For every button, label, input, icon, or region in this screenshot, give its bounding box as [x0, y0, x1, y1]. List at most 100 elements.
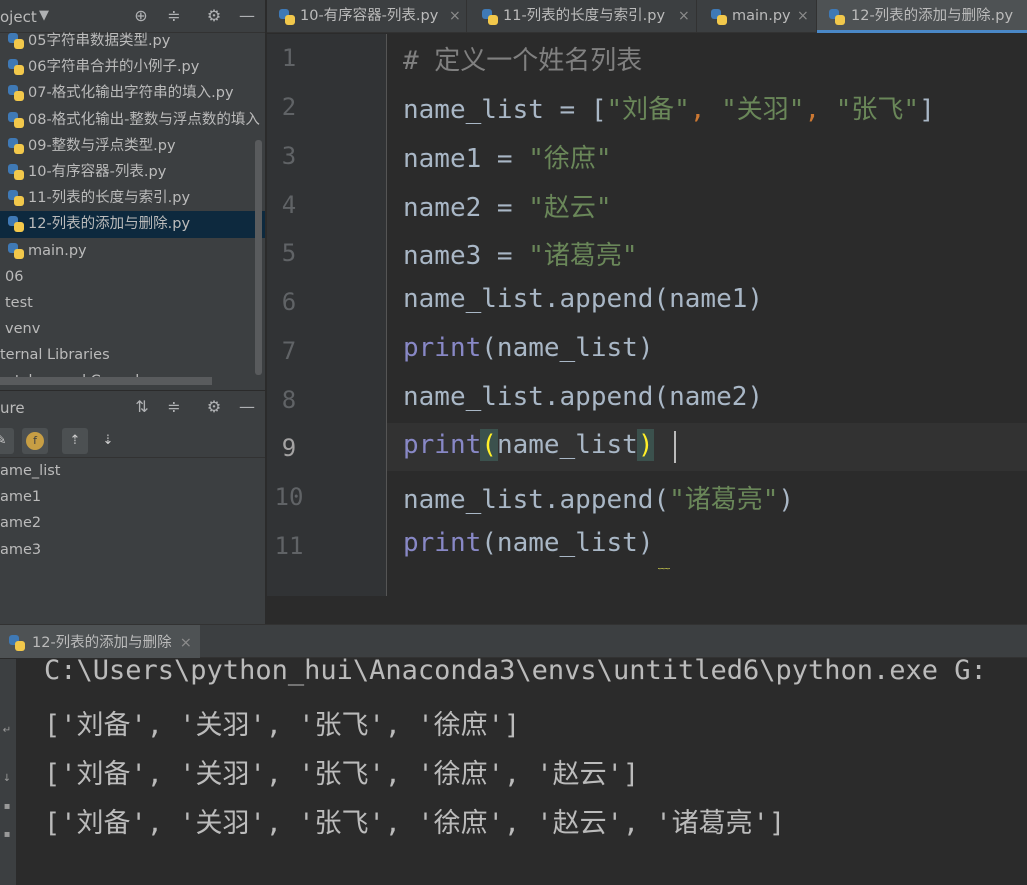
- minus-icon[interactable]: —: [237, 397, 257, 417]
- python-file-icon: [829, 9, 845, 25]
- soft-wrap-icon[interactable]: ↵: [1, 725, 13, 737]
- tree-item-folder[interactable]: 06: [0, 264, 265, 290]
- structure-item[interactable]: ame2: [0, 515, 41, 531]
- python-file-icon: [8, 33, 24, 49]
- tree-item-file[interactable]: 10-有序容器-列表.py: [0, 159, 265, 185]
- project-panel-title[interactable]: oject: [0, 8, 37, 26]
- tree-vertical-scrollbar[interactable]: [255, 140, 262, 375]
- show-methods-icon[interactable]: ✎: [0, 428, 14, 454]
- tree-horizontal-scrollbar[interactable]: [0, 377, 212, 385]
- tree-item-folder[interactable]: venv: [0, 316, 265, 342]
- python-file-icon: [8, 137, 24, 154]
- tree-item-file[interactable]: main.py: [0, 238, 265, 264]
- tree-item-label: test: [5, 294, 33, 311]
- close-icon[interactable]: ×: [678, 0, 690, 33]
- code-line[interactable]: name_list = ["刘备", "关羽", "张飞"]: [403, 89, 935, 126]
- tree-item-label: 10-有序容器-列表.py: [28, 163, 167, 180]
- tree-item-file[interactable]: 07-格式化输出字符串的填入.py: [0, 80, 265, 106]
- tree-item-file[interactable]: 05字符串数据类型.py: [0, 28, 265, 54]
- editor-tab-bar: 10-有序容器-列表.py × 11-列表的长度与索引.py × main.py…: [267, 0, 1027, 33]
- code-line[interactable]: name_list.append("诸葛亮"): [403, 479, 794, 516]
- code-line[interactable]: name3 = "诸葛亮": [403, 235, 638, 272]
- tree-item-label: venv: [5, 321, 41, 338]
- close-icon[interactable]: ×: [180, 635, 192, 651]
- chevron-down-icon[interactable]: ▼: [34, 6, 54, 26]
- line-number: 6: [281, 288, 297, 316]
- tab-11-list-length-index[interactable]: 11-列表的长度与索引.py ×: [467, 0, 695, 33]
- line-number: 1: [281, 44, 297, 72]
- code-line[interactable]: name_list.append(name2): [403, 382, 763, 412]
- python-file-icon: [8, 59, 24, 76]
- line-number: 2: [281, 93, 297, 121]
- close-icon[interactable]: ×: [797, 0, 809, 33]
- minus-icon[interactable]: —: [237, 6, 257, 26]
- run-tab[interactable]: 12-列表的添加与删除 ×: [0, 625, 200, 658]
- scroll-from-source-icon[interactable]: ⇡: [62, 428, 88, 454]
- run-tab-label: 12-列表的添加与删除: [32, 635, 172, 651]
- run-panel: 12-列表的添加与删除 × ↵ ↓ ▪ ▪ C:\Users\python_hui…: [0, 624, 1027, 885]
- project-tree: 05字符串数据类型.py 06字符串合并的小例子.py 07-格式化输出字符串的…: [0, 28, 265, 390]
- python-file-icon: [9, 635, 25, 651]
- tab-label: 12-列表的添加与删除.py: [851, 8, 1014, 24]
- tree-item-file[interactable]: 09-整数与浮点类型.py: [0, 133, 265, 159]
- tree-item-label: 05字符串数据类型.py: [28, 33, 171, 49]
- python-file-icon: [8, 190, 24, 207]
- tab-label: 10-有序容器-列表.py: [300, 8, 439, 24]
- tab-main-py[interactable]: main.py ×: [697, 0, 815, 33]
- tree-item-label: 12-列表的添加与删除.py: [28, 216, 191, 233]
- python-file-icon: [8, 163, 24, 180]
- tab-label: 11-列表的长度与索引.py: [503, 8, 666, 24]
- tree-item-label: 11-列表的长度与索引.py: [28, 190, 191, 207]
- code-line[interactable]: name2 = "赵云": [403, 187, 612, 224]
- sort-icon[interactable]: ⇅: [132, 397, 152, 417]
- scroll-to-end-icon[interactable]: ↓: [1, 773, 13, 785]
- tree-item-file[interactable]: 11-列表的长度与索引.py: [0, 185, 265, 211]
- tab-10-list-container[interactable]: 10-有序容器-列表.py ×: [267, 0, 465, 33]
- line-number-current: 9: [281, 434, 297, 462]
- tree-item-folder[interactable]: test: [0, 290, 265, 316]
- line-number: 4: [281, 191, 297, 219]
- line-number: 7: [281, 337, 297, 365]
- code-editor[interactable]: 1 2 3 4 5 6 7 8 9 10 11 # 定义一个姓名列表 name_…: [267, 34, 1027, 624]
- structure-item[interactable]: ame_list: [0, 463, 60, 479]
- gear-icon[interactable]: ⚙: [204, 6, 224, 26]
- python-file-icon: [279, 9, 295, 25]
- code-line-current[interactable]: print(name_list): [403, 429, 655, 461]
- collapse-icon[interactable]: ≑: [164, 6, 184, 26]
- tree-item-external-libraries[interactable]: ternal Libraries: [0, 342, 265, 368]
- tree-item-file-selected[interactable]: 12-列表的添加与删除.py: [0, 211, 265, 238]
- scroll-to-source-icon[interactable]: ⇣: [95, 428, 121, 454]
- code-line[interactable]: # 定义一个姓名列表: [403, 40, 642, 77]
- tree-item-label: ternal Libraries: [0, 347, 110, 364]
- python-file-icon: [482, 9, 498, 25]
- text-caret: [674, 431, 676, 463]
- run-toolbar: ↵ ↓ ▪ ▪: [0, 659, 16, 885]
- structure-panel: ure ⇅ ≑ ⚙ — ✎ f ⇡ ⇣ ame_list ame1 ame2 a…: [0, 390, 265, 625]
- structure-item[interactable]: ame3: [0, 542, 41, 558]
- print-icon[interactable]: ▪: [1, 801, 13, 813]
- code-line[interactable]: name_list.append(name1): [403, 284, 763, 314]
- python-file-icon: [711, 9, 727, 25]
- gear-icon[interactable]: ⚙: [204, 397, 224, 417]
- project-panel: oject ▼ ⊕ ≑ ⚙ — 05字符串数据类型.py 06字符串合并的小例子…: [0, 0, 265, 390]
- structure-toolbar: ✎ f ⇡ ⇣: [0, 424, 265, 458]
- line-number: 5: [281, 239, 297, 267]
- code-line[interactable]: print(name_list): [403, 333, 653, 363]
- tree-item-file[interactable]: 06字符串合并的小例子.py: [0, 54, 265, 80]
- run-panel-header: 12-列表的添加与删除 ×: [0, 625, 1027, 658]
- code-line[interactable]: name1 = "徐庶": [403, 138, 612, 175]
- tab-12-list-add-remove[interactable]: 12-列表的添加与删除.py: [817, 0, 1027, 33]
- structure-item[interactable]: ame1: [0, 489, 41, 505]
- python-file-icon: [8, 111, 24, 128]
- close-icon[interactable]: ×: [449, 0, 461, 33]
- console-output-line: ['刘备', '关羽', '张飞', '徐庶', '赵云']: [44, 759, 640, 790]
- crosshair-icon[interactable]: ⊕: [131, 6, 151, 26]
- tab-label: main.py: [732, 8, 791, 24]
- code-line[interactable]: print(name_list): [403, 528, 653, 558]
- delete-icon[interactable]: ▪: [1, 829, 13, 841]
- tree-item-label: 06: [5, 268, 24, 285]
- collapse-icon[interactable]: ≑: [164, 397, 184, 417]
- tree-item-label: 06字符串合并的小例子.py: [28, 59, 200, 76]
- show-fields-icon[interactable]: f: [22, 428, 48, 454]
- tree-item-file[interactable]: 08-格式化输出-整数与浮点数的填入: [0, 107, 265, 133]
